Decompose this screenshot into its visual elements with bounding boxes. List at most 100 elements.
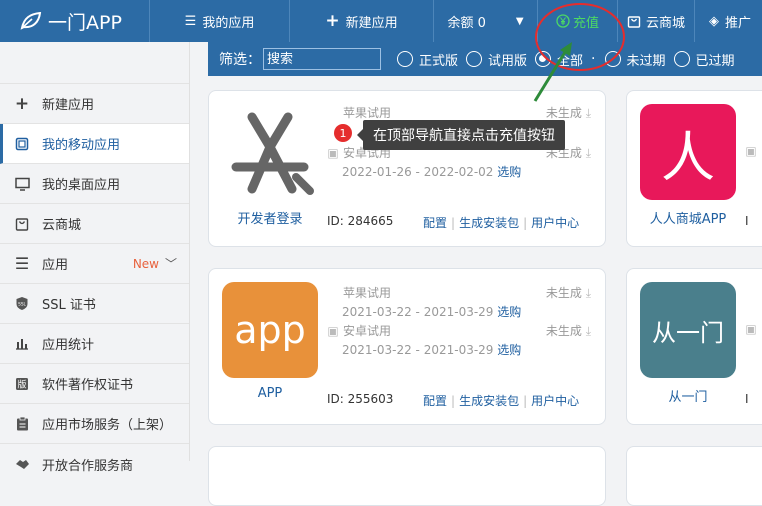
ios-status-label: 未生成 bbox=[545, 286, 582, 300]
sidebar-item-label: 云商城 bbox=[42, 218, 82, 233]
app-card[interactable] bbox=[208, 446, 606, 506]
sidebar-item-label: 应用市场服务（上架） bbox=[42, 418, 173, 433]
select-link[interactable]: 选购 bbox=[497, 341, 521, 358]
app-card[interactable]: 开发者登录 苹果试用 未生成 ⤓ ▣ 安卓试用 未生成 ⤓ 2022-01-26… bbox=[208, 90, 606, 247]
build-package-link[interactable]: 生成安装包 bbox=[459, 394, 519, 408]
app-name[interactable]: 人人商城APP bbox=[627, 208, 749, 227]
sidebar-item-label: 开放合作服务商 bbox=[42, 458, 134, 474]
app-name[interactable]: APP bbox=[209, 386, 331, 401]
clipboard-icon bbox=[14, 416, 30, 432]
bar-chart-icon bbox=[14, 336, 30, 352]
sidebar-item-partners[interactable]: 开放合作服务商 bbox=[0, 444, 189, 484]
app-card[interactable] bbox=[626, 446, 762, 506]
svg-text:SSL: SSL bbox=[18, 302, 26, 307]
monitor-icon bbox=[14, 176, 30, 192]
app-card[interactable]: 从一门 从一门 ▣ I bbox=[626, 268, 762, 425]
android-icon: ▣ bbox=[745, 144, 757, 158]
android-dates-row: 2022-01-26 - 2022-02-02 选购 bbox=[342, 163, 521, 180]
nav-new-app[interactable]: + 新建应用 bbox=[290, 0, 434, 42]
cloud-store-label: 云商城 bbox=[645, 15, 685, 31]
android-status[interactable]: 未生成 ⤓ bbox=[546, 322, 591, 339]
sidebar-item-cloud-store[interactable]: 云商城 bbox=[0, 204, 189, 244]
app-id: I bbox=[745, 214, 749, 228]
filter-expired-radio[interactable]: 已过期 bbox=[673, 50, 735, 69]
radio-circle bbox=[397, 51, 413, 67]
sidebar-item-stats[interactable]: 应用统计 bbox=[0, 324, 189, 364]
filter-unexpired-radio[interactable]: 未过期 bbox=[604, 50, 666, 69]
bag-icon bbox=[14, 216, 30, 232]
radio-label: 试用版 bbox=[488, 53, 528, 69]
nav-promote[interactable]: ◈ 推广 bbox=[695, 0, 762, 42]
download-icon: ⤓ bbox=[585, 106, 591, 120]
android-row: ▣ bbox=[745, 144, 761, 158]
radio-circle bbox=[466, 51, 483, 67]
sidebar-item-apps[interactable]: ☰ 应用 New ﹀ bbox=[0, 244, 189, 284]
user-center-link[interactable]: 用户中心 bbox=[531, 216, 579, 230]
user-center-link[interactable]: 用户中心 bbox=[531, 394, 579, 408]
radio-circle bbox=[535, 51, 552, 67]
config-link[interactable]: 配置 bbox=[423, 216, 447, 230]
nav-balance[interactable]: 余额 0 ▼ bbox=[434, 0, 538, 42]
android-row: ▣ bbox=[745, 322, 761, 336]
menu-icon: ☰ bbox=[14, 254, 30, 273]
android-row: ▣ 安卓试用 bbox=[327, 322, 391, 339]
build-package-link[interactable]: 生成安装包 bbox=[459, 216, 519, 230]
android-status-label: 未生成 bbox=[545, 324, 582, 338]
logo[interactable]: 一门APP bbox=[0, 0, 150, 42]
divider: | bbox=[451, 216, 456, 230]
sidebar-item-label: 新建应用 bbox=[42, 98, 95, 113]
download-icon: ⤓ bbox=[585, 324, 591, 338]
sidebar-item-my-mobile-apps[interactable]: 我的移动应用 bbox=[0, 124, 189, 164]
filter-all-radio[interactable]: 全部 bbox=[535, 50, 583, 69]
sidebar-item-label: 我的桌面应用 bbox=[42, 178, 121, 193]
nav-cloud-store[interactable]: 云商城 bbox=[618, 0, 695, 42]
app-card[interactable]: 人 人人商城APP ▣ I bbox=[626, 90, 762, 247]
logo-text: 一门APP bbox=[48, 11, 122, 34]
search-input[interactable] bbox=[263, 48, 381, 70]
nav-recharge-button[interactable]: 充值 bbox=[538, 0, 618, 42]
sidebar-item-my-desktop-apps[interactable]: 我的桌面应用 bbox=[0, 164, 189, 204]
sidebar-item-copyright[interactable]: 版 软件著作权证书 bbox=[0, 364, 189, 404]
divider: | bbox=[451, 394, 456, 408]
app-id: I bbox=[745, 392, 749, 406]
android-dates: 2022-01-26 - 2022-02-02 bbox=[342, 164, 494, 179]
filter-official-radio[interactable]: 正式版 bbox=[397, 50, 458, 69]
sidebar-item-label: SSL 证书 bbox=[42, 298, 96, 313]
app-icon: 从一门 bbox=[640, 282, 736, 378]
select-link[interactable]: 选购 bbox=[497, 163, 521, 180]
chevron-down-icon: ﹀ bbox=[164, 257, 177, 271]
radio-label: 未过期 bbox=[626, 53, 666, 69]
plus-icon: + bbox=[14, 93, 30, 114]
app-store-icon bbox=[231, 112, 314, 195]
ios-label: 苹果试用 bbox=[343, 106, 392, 120]
download-icon: ⤓ bbox=[585, 146, 591, 160]
ios-status[interactable]: 未生成 ⤓ bbox=[546, 284, 591, 301]
sidebar-item-label: 软件著作权证书 bbox=[42, 378, 134, 393]
sidebar-item-label: 我的移动应用 bbox=[42, 138, 121, 153]
card-actions: 配置 | 生成安装包 | 用户中心 bbox=[423, 392, 579, 409]
new-badge: New bbox=[132, 256, 159, 271]
ios-status-label: 未生成 bbox=[545, 106, 582, 120]
android-icon: ▣ bbox=[745, 322, 757, 336]
app-id: ID: 284665 bbox=[327, 214, 394, 228]
nav-new-app-label: 新建应用 bbox=[345, 15, 398, 31]
android-icon: ▣ bbox=[327, 323, 339, 338]
filter-trial-radio[interactable]: 试用版 bbox=[466, 50, 527, 69]
nav-my-apps[interactable]: ☰ 我的应用 bbox=[150, 0, 290, 42]
ios-dates: 2021-03-22 - 2021-03-29 bbox=[342, 304, 494, 319]
app-icon: app bbox=[222, 282, 318, 378]
sidebar-item-market-service[interactable]: 应用市场服务（上架） bbox=[0, 404, 189, 444]
select-link[interactable]: 选购 bbox=[497, 303, 521, 320]
sidebar-item-new-app[interactable]: + 新建应用 bbox=[0, 84, 189, 124]
divider: | bbox=[523, 216, 528, 230]
caret-down-icon: ▼ bbox=[515, 15, 524, 27]
sidebar-item-ssl[interactable]: SSL SSL 证书 bbox=[0, 284, 189, 324]
app-card[interactable]: app APP 苹果试用 未生成 ⤓ 2021-03-22 - 2021-03-… bbox=[208, 268, 606, 425]
app-name[interactable]: 开发者登录 bbox=[209, 208, 331, 227]
diamond-icon: ◈ bbox=[709, 13, 719, 29]
config-link[interactable]: 配置 bbox=[423, 394, 447, 408]
app-name[interactable]: 从一门 bbox=[627, 386, 749, 405]
android-dates-row: 2021-03-22 - 2021-03-29 选购 bbox=[342, 341, 521, 358]
ios-status[interactable]: 未生成 ⤓ bbox=[546, 104, 591, 121]
nav-my-apps-label: 我的应用 bbox=[202, 15, 255, 31]
